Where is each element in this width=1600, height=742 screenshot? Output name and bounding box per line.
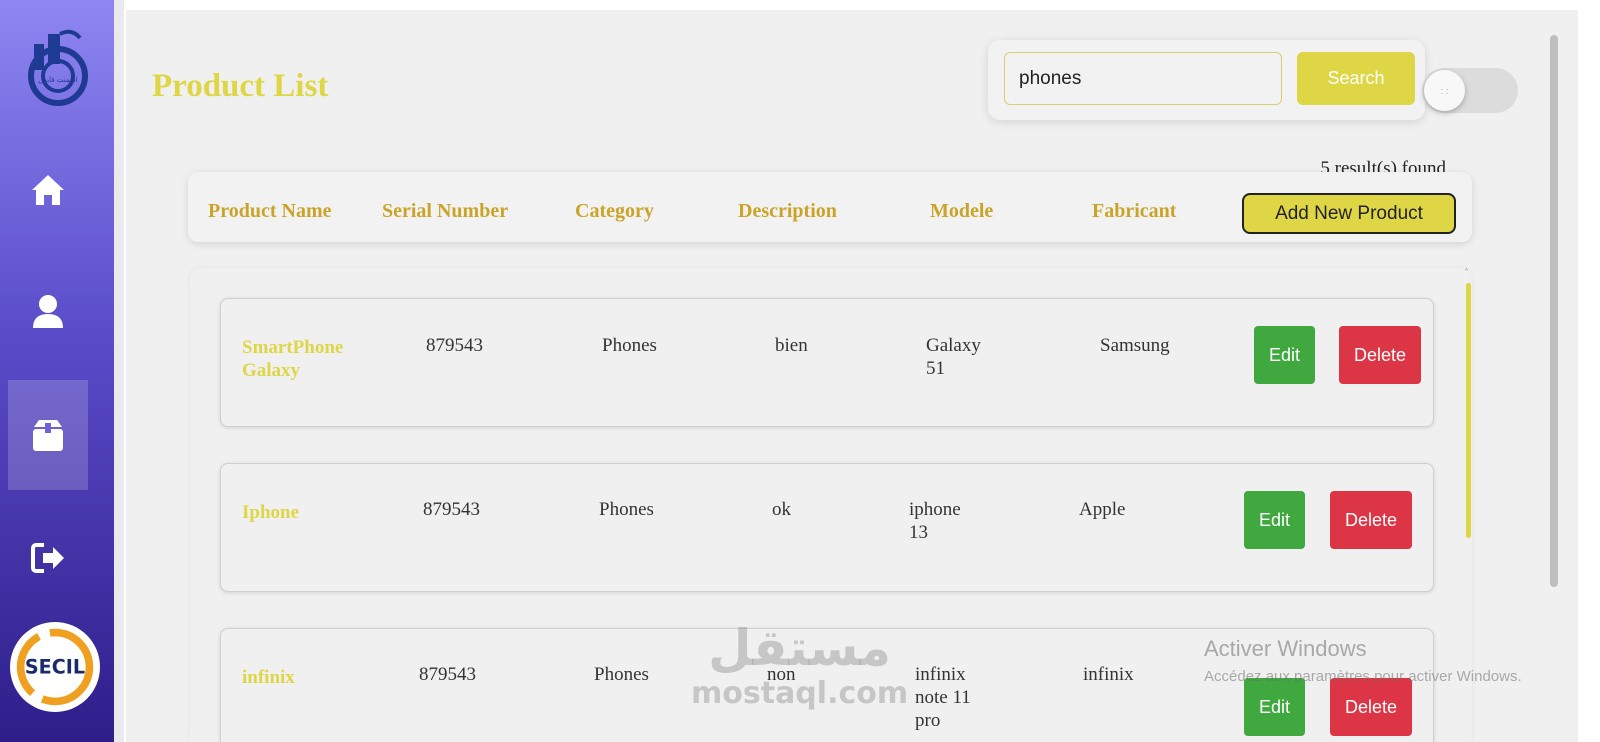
toggle-knob[interactable]: : :	[1424, 70, 1465, 111]
add-new-product-button[interactable]: Add New Product	[1242, 193, 1456, 234]
serial-number: 879543	[423, 499, 480, 520]
fabricant: infinix	[1083, 664, 1134, 685]
delete-button[interactable]: Delete	[1330, 678, 1412, 736]
edit-button[interactable]: Edit	[1244, 491, 1305, 549]
fabricant: Samsung	[1100, 335, 1170, 356]
product-name: Iphone	[242, 502, 300, 523]
table-row: SmartPhone Galaxy 879543 Phones bien Gal…	[220, 298, 1434, 427]
search-button[interactable]: Search	[1297, 52, 1415, 105]
main-content: Product List Search : : 5 result(s) foun…	[126, 10, 1578, 742]
edit-button[interactable]: Edit	[1254, 326, 1315, 384]
sidebar: اسمنت قابس SECIL	[0, 0, 114, 742]
fabricant: Apple	[1079, 499, 1126, 520]
nav-home[interactable]	[8, 135, 88, 245]
header-fabricant: Fabricant	[1092, 200, 1177, 222]
page-title: Product List	[152, 68, 329, 104]
page-scrollbar[interactable]	[1550, 35, 1558, 587]
table-row: Iphone 879543 Phones ok iphone 13 Apple …	[220, 463, 1434, 592]
nav-logout[interactable]	[8, 503, 88, 613]
theme-toggle[interactable]: : :	[1422, 68, 1518, 113]
product-name: SmartPhone Galaxy	[242, 337, 344, 381]
header-product-name: Product Name	[208, 200, 332, 222]
scrollbar-thumb[interactable]	[1466, 283, 1471, 538]
header-serial-number: Serial Number	[382, 200, 509, 222]
modele: infinix note 11 pro	[915, 664, 971, 731]
nav-products[interactable]	[8, 380, 88, 490]
svg-text:اسمنت قابس: اسمنت قابس	[38, 76, 77, 84]
modele: iphone 13	[909, 499, 961, 543]
box-icon	[33, 420, 63, 451]
activate-title: Activer Windows	[1204, 636, 1367, 661]
category: Phones	[594, 664, 649, 685]
watermark-latin: mostaql.com	[691, 676, 909, 711]
category: Phones	[599, 499, 654, 520]
sidebar-divider	[114, 0, 124, 742]
nav-profile[interactable]	[8, 257, 88, 367]
scroll-up-icon[interactable]: ˄	[1464, 268, 1469, 279]
description: bien	[775, 335, 808, 356]
header-modele: Modele	[930, 200, 994, 222]
activate-subtitle: Accédez aux paramètres pour activer Wind…	[1204, 668, 1522, 685]
watermark-arabic: مستقل	[708, 619, 891, 677]
search-box: Search	[988, 40, 1425, 120]
table-header: Product Name Serial Number Category Desc…	[188, 172, 1472, 242]
modele: Galaxy 51	[926, 335, 981, 379]
company-logo: اسمنت قابس	[22, 26, 92, 116]
description: ok	[772, 499, 791, 520]
search-input[interactable]	[1004, 52, 1282, 105]
serial-number: 879543	[419, 664, 476, 685]
product-name: infinix	[242, 667, 295, 688]
serial-number: 879543	[426, 335, 483, 356]
svg-text:SECIL: SECIL	[25, 656, 85, 679]
watermark: مستقل mostaql.com	[691, 620, 908, 711]
logout-icon	[31, 543, 64, 573]
delete-button[interactable]: Delete	[1339, 326, 1421, 384]
header-category: Category	[575, 200, 654, 222]
secil-logo: SECIL	[10, 622, 100, 712]
activate-windows-notice: Activer Windows Accédez aux paramètres p…	[1204, 636, 1522, 685]
home-icon	[32, 175, 64, 205]
category: Phones	[602, 335, 657, 356]
user-icon	[33, 295, 63, 328]
header-description: Description	[738, 200, 837, 222]
edit-button[interactable]: Edit	[1244, 678, 1305, 736]
delete-button[interactable]: Delete	[1330, 491, 1412, 549]
